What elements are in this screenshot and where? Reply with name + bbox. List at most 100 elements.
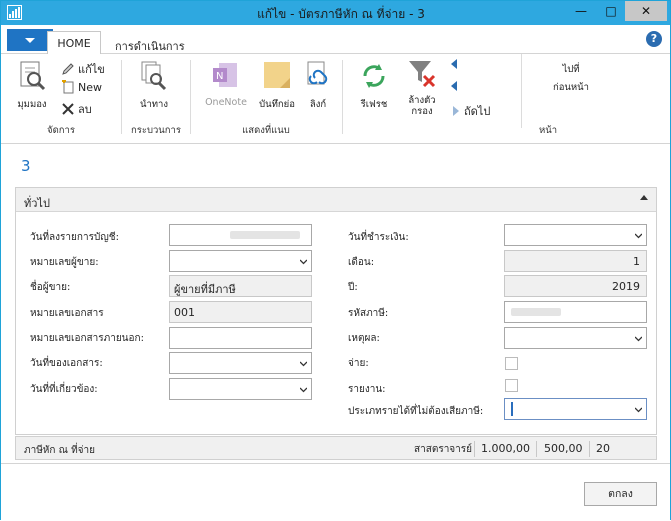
pencil-icon xyxy=(62,63,74,75)
reason-label: เหตุผล: xyxy=(348,333,380,344)
view-label: มุมมอง xyxy=(17,99,47,110)
go-to-label: ไปที่ xyxy=(562,64,580,75)
delete-icon xyxy=(62,103,74,115)
tab-home[interactable]: HOME xyxy=(47,31,101,55)
wht-summary-label: สาสตราจารย์ xyxy=(414,444,473,455)
edit-button[interactable]: แก้ไข xyxy=(61,60,105,78)
svg-text:N: N xyxy=(216,71,223,82)
new-icon xyxy=(62,80,74,94)
ribbon: มุมมอง แก้ไข New ลบ จัดการ นำทาง กระบวนก… xyxy=(1,54,670,144)
related-date-dropdown[interactable] xyxy=(169,378,312,400)
view-button[interactable]: มุมมอง xyxy=(15,60,49,112)
text-cursor xyxy=(511,402,513,416)
next-button[interactable]: ถัดไป xyxy=(451,102,490,120)
external-document-no-label: หมายเลขเอกสารภายนอก: xyxy=(30,333,144,344)
tax-id-label: รหัสภาษี: xyxy=(348,308,389,319)
previous-record-button[interactable] xyxy=(449,58,459,70)
title-bar: แก้ไข - บัตรภาษีหัก ณ ที่จ่าย - 3 — □ ✕ xyxy=(1,1,670,25)
wht-summary-value: 1.000,00 xyxy=(481,442,530,455)
redacted-value xyxy=(230,231,300,239)
ok-button[interactable]: ตกลง xyxy=(584,482,657,506)
tax-id-input[interactable] xyxy=(504,301,647,323)
first-record-button[interactable] xyxy=(449,80,459,92)
clear-filter-button[interactable]: ล้างตัวกรอง xyxy=(403,58,441,117)
refresh-icon xyxy=(363,64,385,88)
divider xyxy=(536,441,537,457)
payment-date-dropdown[interactable] xyxy=(504,224,647,246)
paid-label: จ่าย: xyxy=(348,358,369,369)
arrow-left-icon xyxy=(451,59,457,69)
navigate-button[interactable]: นำทาง xyxy=(134,60,174,112)
links-button[interactable]: ลิงก์ xyxy=(301,60,335,112)
chevron-down-icon xyxy=(635,233,642,239)
chevron-down-icon xyxy=(25,37,35,43)
reason-dropdown[interactable] xyxy=(504,327,647,349)
payment-date-label: วันที่ชำระเงิน: xyxy=(348,232,409,243)
general-fasttab-header[interactable]: ทั่วไป xyxy=(16,188,656,212)
go-to-button[interactable]: ไปที่ ก่อนหน้า xyxy=(543,60,599,96)
clear-filter-icon xyxy=(409,61,436,88)
arrow-right-icon xyxy=(453,106,459,116)
posting-date-input[interactable] xyxy=(169,224,312,246)
ribbon-group-process: นำทาง กระบวนการ xyxy=(122,54,190,140)
vendor-name-label: ชื่อผู้ขาย: xyxy=(30,282,71,293)
arrow-left-icon xyxy=(451,81,457,91)
refresh-label: รีเฟรช xyxy=(360,99,388,110)
new-button[interactable]: New xyxy=(61,80,102,94)
month-label: เดือน: xyxy=(348,257,375,268)
ribbon-divider xyxy=(521,54,522,128)
maximize-button[interactable]: □ xyxy=(597,1,625,21)
ribbon-group-page: รีเฟรช ล้างตัวกรอง ถัดไป ไปที่ ก่อนหน้า … xyxy=(343,54,670,140)
notes-button[interactable]: บันทึกย่อ xyxy=(257,60,297,112)
chevron-down-icon xyxy=(635,336,642,342)
redacted-value xyxy=(511,308,561,316)
chevron-down-icon xyxy=(635,407,642,413)
note-icon xyxy=(264,62,290,88)
general-fasttab: ทั่วไป วันที่ลงรายการบัญชี: หมายเลขผู้ขา… xyxy=(15,187,657,435)
year-label: ปี: xyxy=(348,282,358,293)
link-icon xyxy=(307,61,328,85)
reported-checkbox[interactable] xyxy=(505,379,518,392)
chevron-down-icon xyxy=(300,387,307,393)
delete-button[interactable]: ลบ xyxy=(61,100,92,118)
chevron-up-icon[interactable] xyxy=(640,195,648,200)
help-icon[interactable]: ? xyxy=(646,31,662,47)
ribbon-tab-bar: HOME การดำเนินการ ? xyxy=(1,25,670,55)
refresh-button[interactable]: รีเฟรช xyxy=(357,60,391,112)
ribbon-group-label: กระบวนการ xyxy=(130,125,181,136)
document-no-label: หมายเลขเอกสาร xyxy=(30,308,104,319)
vendor-name-field: ผู้ขายที่มีภาษี xyxy=(169,275,312,297)
bottom-bar xyxy=(1,463,670,521)
window-title: แก้ไข - บัตรภาษีหัก ณ ที่จ่าย - 3 xyxy=(257,7,425,21)
wht-fasttab-title: ภาษีหัก ณ ที่จ่าย xyxy=(24,445,96,456)
ribbon-group-label: แสดงที่แนบ xyxy=(242,125,290,136)
year-field: 2019 xyxy=(504,275,647,297)
document-date-dropdown[interactable] xyxy=(169,352,312,374)
month-field: 1 xyxy=(504,250,647,272)
minimize-button[interactable]: — xyxy=(567,1,595,21)
general-fasttab-title: ทั่วไป xyxy=(24,197,50,210)
chevron-down-icon xyxy=(300,361,307,367)
vendor-no-label: หมายเลขผู้ขาย: xyxy=(30,257,99,268)
non-taxable-income-type-dropdown[interactable] xyxy=(504,398,647,420)
onenote-icon: N xyxy=(213,63,237,87)
paid-checkbox[interactable] xyxy=(505,357,518,370)
onenote-button[interactable]: N OneNote xyxy=(199,60,253,108)
reported-label: รายงาน: xyxy=(348,384,386,395)
posting-date-label: วันที่ลงรายการบัญชี: xyxy=(30,232,119,243)
ribbon-group-show-attached: N OneNote บันทึกย่อ ลิงก์ แสดงที่แนบ xyxy=(191,54,341,140)
previous-page-label: ก่อนหน้า xyxy=(552,82,590,93)
document-date-label: วันที่ของเอกสาร: xyxy=(30,358,103,369)
divider xyxy=(589,441,590,457)
document-no-field: 001 xyxy=(169,301,312,323)
wht-summary-value: 20 xyxy=(596,442,610,455)
vendor-no-dropdown[interactable] xyxy=(169,250,312,272)
ribbon-group-label: จัดการ xyxy=(47,125,75,136)
tab-actions[interactable]: การดำเนินการ xyxy=(115,32,185,54)
close-button[interactable]: ✕ xyxy=(625,1,667,21)
navigate-icon xyxy=(141,61,167,91)
related-date-label: วันที่ที่เกี่ยวข้อง: xyxy=(30,384,98,395)
links-label: ลิงก์ xyxy=(309,99,327,110)
external-document-no-input[interactable] xyxy=(169,327,312,349)
wht-fasttab-header[interactable]: ภาษีหัก ณ ที่จ่าย สาสตราจารย์ 1.000,00 5… xyxy=(15,436,657,460)
